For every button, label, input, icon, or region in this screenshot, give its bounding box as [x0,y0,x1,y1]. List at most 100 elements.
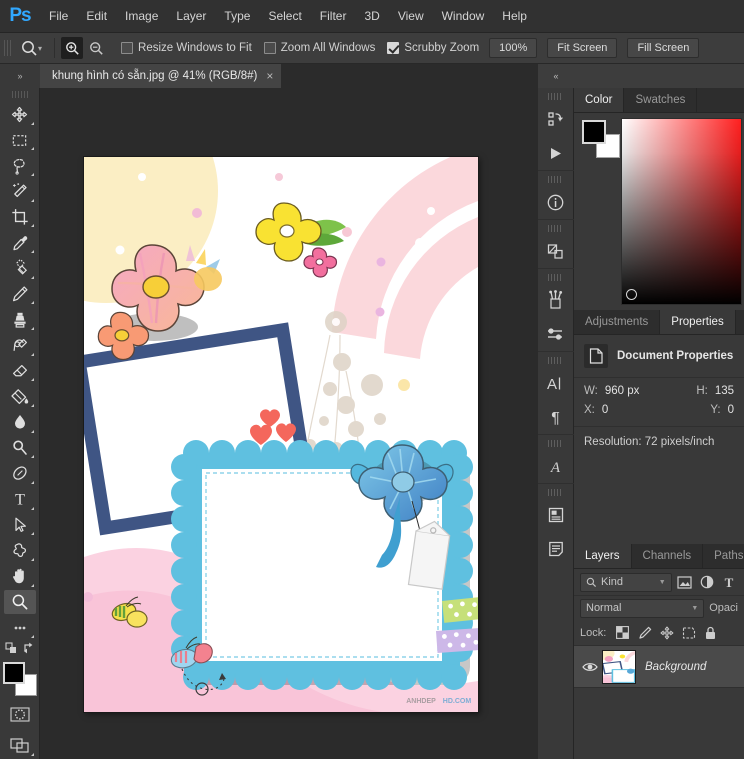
lock-artboard-icon[interactable] [679,623,698,642]
blend-mode-select[interactable]: Normal ▼ [580,598,705,618]
move-tool[interactable] [4,102,36,127]
pen-tool[interactable] [4,461,36,486]
blur-tool[interactable] [4,410,36,435]
table-row[interactable]: Background [574,646,744,688]
menu-select[interactable]: Select [259,0,310,33]
lock-transparency-icon[interactable] [613,623,632,642]
notes-panel-icon[interactable] [539,532,573,566]
brush-tool[interactable] [4,282,36,307]
rail-group-grip-5[interactable] [548,357,563,364]
hand-tool[interactable] [4,564,36,589]
zoom-in-button[interactable] [61,37,84,59]
fill-screen-button[interactable]: Fill Screen [627,38,700,58]
document-artboard[interactable]: ANHDEP HD.COM [84,157,478,712]
foreground-color-swatch[interactable] [2,661,25,684]
history-brush-tool[interactable] [4,333,36,358]
height-value[interactable]: 135 [715,385,734,397]
rectangular-marquee-tool[interactable] [4,128,36,153]
close-icon[interactable]: × [266,70,273,82]
zoom-100-percent-button[interactable]: 100% [489,38,538,58]
layer-kind-filter[interactable]: Kind ▼ [580,572,672,592]
tab-properties[interactable]: Properties [660,310,736,334]
resize-windows-checkbox-box[interactable] [121,42,134,54]
resize-windows-to-fit-checkbox[interactable]: Resize Windows to Fit [121,42,252,54]
canvas-area[interactable]: ANHDEP HD.COM [40,88,538,759]
character-panel-icon[interactable]: A [539,366,573,400]
info-panel-icon[interactable] [539,185,573,219]
type-filter-icon[interactable]: T [720,573,738,592]
rail-group-grip-1[interactable] [548,93,563,100]
layer-comps-panel-icon[interactable] [539,234,573,268]
width-value[interactable]: 960 px [605,385,640,397]
rail-group-grip-7[interactable] [548,489,563,496]
toolbar-collapse-button[interactable]: » [0,64,40,88]
menu-3d[interactable]: 3D [355,0,388,33]
layer-thumbnail[interactable] [602,649,636,684]
fit-screen-button[interactable]: Fit Screen [547,38,618,58]
tab-adjustments[interactable]: Adjustments [574,310,661,334]
glyphs-panel-icon[interactable]: A [539,449,573,483]
menu-type[interactable]: Type [215,0,259,33]
menu-filter[interactable]: Filter [311,0,356,33]
zoom-out-button[interactable] [85,37,107,59]
eye-icon[interactable] [578,661,602,673]
tab-swatches[interactable]: Swatches [624,88,698,112]
color-ramp-field[interactable] [621,118,742,305]
rail-group-grip-6[interactable] [548,440,563,447]
menu-window[interactable]: Window [433,0,494,33]
spot-healing-brush-tool[interactable] [4,256,36,281]
rail-group-grip-2[interactable] [548,176,563,183]
rail-group-grip-3[interactable] [548,225,563,232]
menu-layer[interactable]: Layer [167,0,215,33]
options-bar-grip[interactable] [4,37,13,59]
adjustment-filter-icon[interactable] [698,573,716,592]
dock-collapse-bar[interactable]: « [538,64,744,88]
pixel-filter-icon[interactable] [676,573,694,592]
crop-tool[interactable] [4,205,36,230]
gradient-tool[interactable] [4,384,36,409]
lock-position-icon[interactable] [657,623,676,642]
tab-paths[interactable]: Paths [703,544,744,568]
y-value[interactable]: 0 [728,404,734,416]
zoom-all-windows-checkbox[interactable]: Zoom All Windows [263,42,375,54]
dodge-tool[interactable] [4,436,36,461]
paragraph-panel-icon[interactable]: ¶ [539,400,573,434]
x-value[interactable]: 0 [602,404,608,416]
libraries-panel-icon[interactable] [539,498,573,532]
history-panel-icon[interactable] [539,102,573,136]
quick-selection-tool[interactable] [4,179,36,204]
document-tab[interactable]: khung hình có sẵn.jpg @ 41% (RGB/8#) × [40,64,283,88]
toolbar-grip[interactable] [11,91,28,99]
lock-all-icon[interactable] [701,623,720,642]
menu-edit[interactable]: Edit [77,0,116,33]
eyedropper-tool[interactable] [4,230,36,255]
brushes-panel-icon[interactable] [539,283,573,317]
menu-help[interactable]: Help [493,0,536,33]
lock-image-icon[interactable] [635,623,654,642]
lasso-tool[interactable] [4,153,36,178]
eraser-tool[interactable] [4,359,36,384]
scrubby-zoom-checkbox[interactable]: Scrubby Zoom [387,42,479,54]
scrubby-zoom-checkbox-box[interactable] [387,42,400,54]
screen-mode-button[interactable] [4,733,36,758]
actions-panel-icon[interactable] [539,136,573,170]
zoom-tool[interactable] [3,589,36,615]
tab-color[interactable]: Color [574,88,625,112]
chevron-down-icon[interactable]: ▼ [659,579,666,586]
type-tool[interactable]: T [4,487,36,512]
clone-stamp-tool[interactable] [4,307,36,332]
rail-group-grip-4[interactable] [548,274,563,281]
color-foreground-swatch[interactable] [582,120,606,144]
dock-collapse-icon[interactable]: « [538,71,574,81]
path-selection-tool[interactable] [4,513,36,538]
brush-settings-panel-icon[interactable] [539,317,573,351]
tab-channels[interactable]: Channels [631,544,704,568]
menu-file[interactable]: File [40,0,77,33]
custom-shape-tool[interactable] [4,538,36,563]
zoom-all-windows-checkbox-box[interactable] [263,42,276,54]
menu-image[interactable]: Image [116,0,167,33]
quick-mask-button[interactable] [4,702,36,727]
menu-view[interactable]: View [389,0,433,33]
tool-preset-chevron-icon[interactable]: ▾ [38,44,42,53]
tab-layers[interactable]: Layers [574,544,632,568]
